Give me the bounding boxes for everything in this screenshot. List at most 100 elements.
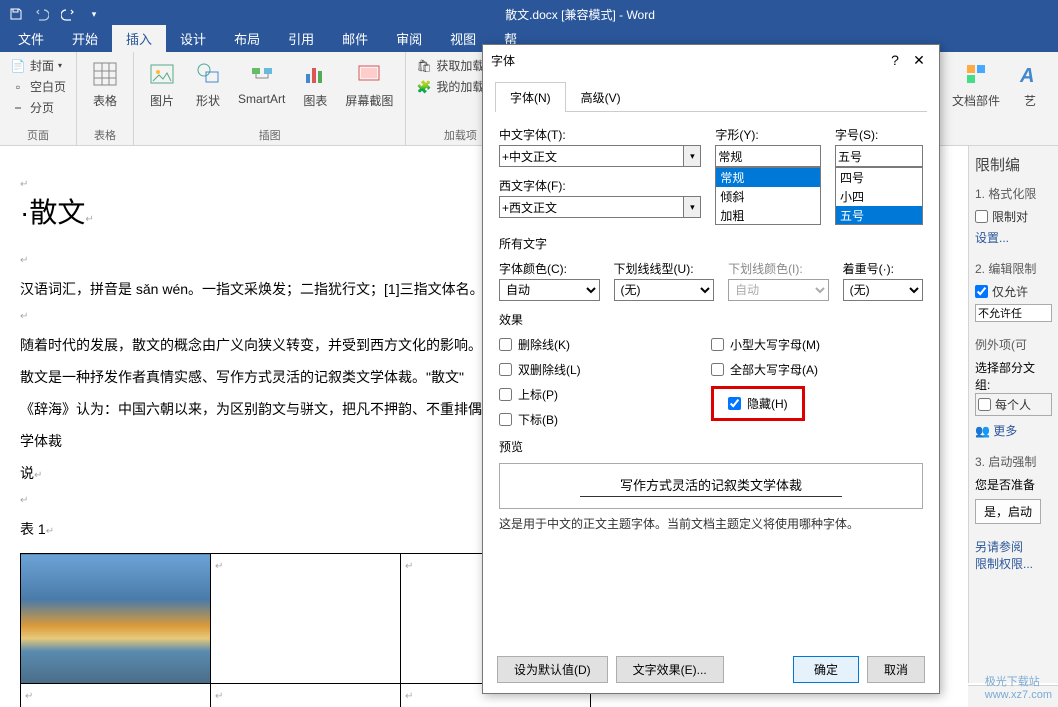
list-item[interactable]: 加粗 bbox=[716, 206, 820, 225]
en-font-input[interactable] bbox=[499, 196, 683, 218]
cover-page-button[interactable]: 📄封面▾ bbox=[8, 56, 68, 75]
dialog-help-button[interactable]: ? bbox=[883, 52, 907, 68]
qat-customize-icon[interactable]: ▾ bbox=[82, 2, 106, 26]
list-item[interactable]: 四号 bbox=[836, 168, 922, 187]
font-size-label: 字号(S): bbox=[835, 126, 923, 143]
font-color-select[interactable]: 自动 bbox=[499, 279, 600, 301]
strikethrough-checkbox[interactable]: 删除线(K) bbox=[499, 336, 711, 353]
smallcaps-checkbox[interactable]: 小型大写字母(M) bbox=[711, 336, 820, 353]
watermark: 极光下载站 www.xz7.com bbox=[985, 673, 1052, 701]
en-font-combo[interactable]: ▾ bbox=[499, 196, 701, 218]
panel-text: 选择部分文 bbox=[975, 359, 1052, 376]
hidden-checkbox[interactable]: 隐藏(H) bbox=[728, 395, 788, 412]
list-item[interactable]: 倾斜 bbox=[716, 187, 820, 206]
font-size-listbox[interactable]: 四号 小四 五号 bbox=[835, 167, 923, 225]
panel-see-also-link[interactable]: 另请参阅 bbox=[975, 538, 1052, 555]
group-illus-label: 插图 bbox=[142, 125, 397, 143]
panel-sec3-title: 例外项(可 bbox=[975, 336, 1052, 353]
undo-icon[interactable] bbox=[30, 2, 54, 26]
page-break-button[interactable]: ⎯分页 bbox=[8, 98, 68, 117]
blank-page-button[interactable]: ▫空白页 bbox=[8, 77, 68, 96]
text-effects-button[interactable]: 文字效果(E)... bbox=[616, 656, 724, 683]
tab-home[interactable]: 开始 bbox=[58, 25, 112, 52]
panel-settings-link[interactable]: 设置... bbox=[975, 229, 1052, 246]
ok-button[interactable]: 确定 bbox=[793, 656, 859, 683]
table-cell[interactable]: ↵ bbox=[211, 684, 401, 707]
page-break-icon: ⎯ bbox=[10, 100, 26, 116]
quickparts-icon bbox=[960, 58, 992, 90]
page-break-label: 分页 bbox=[30, 99, 54, 116]
tab-design[interactable]: 设计 bbox=[166, 25, 220, 52]
preview-box: 写作方式灵活的记叙类文学体裁 bbox=[499, 463, 923, 509]
blank-page-label: 空白页 bbox=[30, 78, 66, 95]
panel-limit-formatting-checkbox[interactable]: 限制对 bbox=[975, 208, 1052, 225]
table-cell[interactable]: ↵ bbox=[21, 684, 211, 707]
save-icon[interactable] bbox=[4, 2, 28, 26]
set-default-button[interactable]: 设为默认值(D) bbox=[497, 656, 608, 683]
panel-restriction-select[interactable] bbox=[975, 304, 1052, 322]
underline-color-select: 自动 bbox=[728, 279, 829, 301]
wordart-label: 艺 bbox=[1024, 92, 1036, 109]
tab-mailings[interactable]: 邮件 bbox=[328, 25, 382, 52]
cover-page-label: 封面 bbox=[30, 57, 54, 74]
chart-label: 图表 bbox=[303, 92, 327, 109]
titlebar: ▾ 散文.docx [兼容模式] - Word bbox=[0, 0, 1058, 28]
font-style-listbox[interactable]: 常规 倾斜 加粗 bbox=[715, 167, 821, 225]
table-cell-image[interactable] bbox=[21, 554, 211, 684]
wordart-button[interactable]: A艺 bbox=[1010, 56, 1050, 111]
dialog-title: 字体 bbox=[491, 52, 883, 69]
tab-layout[interactable]: 布局 bbox=[220, 25, 274, 52]
smartart-label: SmartArt bbox=[238, 92, 285, 106]
cn-font-combo[interactable]: ▾ bbox=[499, 145, 701, 167]
allcaps-checkbox[interactable]: 全部大写字母(A) bbox=[711, 361, 818, 378]
effects-label: 效果 bbox=[499, 311, 923, 328]
screenshot-button[interactable]: 屏幕截图 bbox=[341, 56, 397, 111]
en-font-label: 西文字体(F): bbox=[499, 177, 701, 194]
panel-start-enforce-button[interactable]: 是，启动 bbox=[975, 499, 1041, 524]
store-icon: 🛍 bbox=[416, 58, 432, 74]
addins-icon: 🧩 bbox=[416, 79, 432, 95]
blank-page-icon: ▫ bbox=[10, 79, 26, 95]
table-cell[interactable]: ↵ bbox=[211, 554, 401, 684]
panel-everyone-checkbox[interactable]: 每个人 bbox=[975, 393, 1052, 416]
emphasis-select[interactable]: (无) bbox=[843, 279, 923, 301]
underline-style-select[interactable]: (无) bbox=[614, 279, 715, 301]
quickparts-label: 文档部件 bbox=[952, 92, 1000, 109]
table-label: 表格 bbox=[93, 92, 117, 109]
dialog-tab-font[interactable]: 字体(N) bbox=[495, 82, 566, 112]
panel-restrict-permission-link[interactable]: 限制权限... bbox=[975, 555, 1052, 572]
chevron-down-icon[interactable]: ▾ bbox=[683, 145, 701, 167]
superscript-checkbox[interactable]: 上标(P) bbox=[499, 386, 711, 403]
dialog-tab-advanced[interactable]: 高级(V) bbox=[566, 82, 636, 112]
chevron-down-icon[interactable]: ▾ bbox=[683, 196, 701, 218]
font-size-input[interactable] bbox=[835, 145, 923, 167]
underline-color-label: 下划线颜色(I): bbox=[728, 260, 829, 277]
cn-font-input[interactable] bbox=[499, 145, 683, 167]
double-strikethrough-checkbox[interactable]: 双删除线(L) bbox=[499, 361, 711, 378]
table-button[interactable]: 表格 bbox=[85, 56, 125, 111]
subscript-checkbox[interactable]: 下标(B) bbox=[499, 411, 711, 428]
tab-insert[interactable]: 插入 bbox=[112, 25, 166, 52]
smartart-button[interactable]: SmartArt bbox=[234, 56, 289, 108]
list-item[interactable]: 常规 bbox=[716, 168, 820, 187]
cancel-button[interactable]: 取消 bbox=[867, 656, 925, 683]
dialog-buttons: 设为默认值(D) 文字效果(E)... 确定 取消 bbox=[483, 646, 939, 693]
panel-text: 组: bbox=[975, 376, 1052, 393]
quickparts-button[interactable]: 文档部件 bbox=[948, 56, 1004, 111]
redo-icon[interactable] bbox=[56, 2, 80, 26]
list-item[interactable]: 五号 bbox=[836, 206, 922, 225]
shapes-button[interactable]: 形状 bbox=[188, 56, 228, 111]
list-item[interactable]: 小四 bbox=[836, 187, 922, 206]
panel-allow-only-checkbox[interactable]: 仅允许 bbox=[975, 283, 1052, 300]
hidden-checkbox-highlight: 隐藏(H) bbox=[711, 386, 805, 421]
tab-file[interactable]: 文件 bbox=[4, 25, 58, 52]
tab-references[interactable]: 引用 bbox=[274, 25, 328, 52]
pictures-button[interactable]: 图片 bbox=[142, 56, 182, 111]
svg-text:A: A bbox=[1019, 65, 1034, 87]
chart-button[interactable]: 图表 bbox=[295, 56, 335, 111]
shapes-icon bbox=[192, 58, 224, 90]
font-style-input[interactable] bbox=[715, 145, 821, 167]
panel-more-users-link[interactable]: 👥 更多 bbox=[975, 422, 1052, 439]
dialog-close-button[interactable]: ✕ bbox=[907, 52, 931, 69]
tab-review[interactable]: 审阅 bbox=[382, 25, 436, 52]
